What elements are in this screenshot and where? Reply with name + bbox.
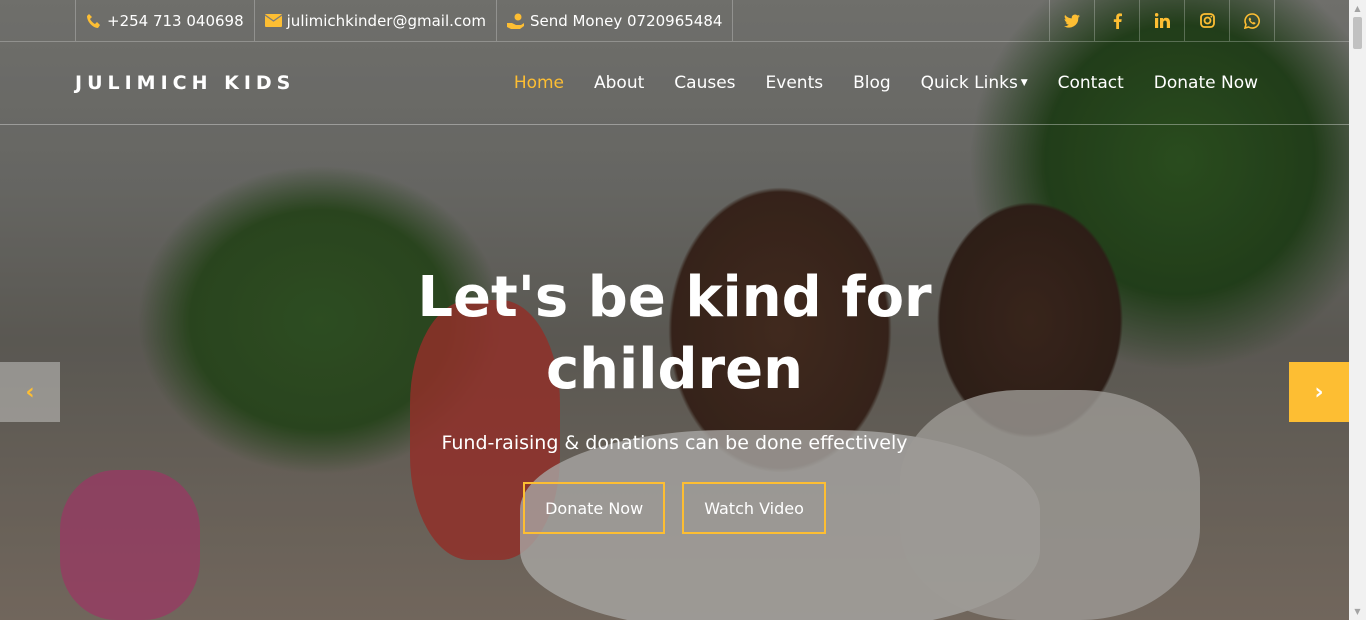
instagram-icon[interactable]	[1184, 0, 1229, 41]
caret-down-icon: ▼	[1017, 78, 1028, 88]
scroll-up-icon[interactable]: ▲	[1349, 0, 1366, 17]
nav-quick-links[interactable]: Quick Links ▼	[921, 73, 1028, 93]
nav-blog[interactable]: Blog	[853, 73, 891, 93]
nav-about[interactable]: About	[594, 73, 644, 93]
social-links	[1049, 0, 1275, 41]
hand-money-icon	[506, 13, 525, 29]
twitter-icon[interactable]	[1049, 0, 1094, 41]
linkedin-icon[interactable]	[1139, 0, 1184, 41]
phone-number: +254 713 040698	[107, 11, 244, 30]
hero-subtitle: Fund-raising & donations can be done eff…	[441, 432, 908, 454]
envelope-icon	[264, 14, 282, 27]
facebook-icon[interactable]	[1094, 0, 1139, 41]
nav-contact[interactable]: Contact	[1058, 73, 1124, 93]
top-bar: +254 713 040698 julimichkinder@gmail.com…	[0, 0, 1349, 42]
email-address: julimichkinder@gmail.com	[286, 11, 486, 30]
carousel-next-button[interactable]: ›	[1289, 362, 1349, 422]
whatsapp-icon[interactable]	[1229, 0, 1275, 41]
chevron-left-icon: ‹	[25, 379, 35, 405]
phone-contact[interactable]: +254 713 040698	[75, 0, 254, 41]
watch-video-button[interactable]: Watch Video	[682, 482, 826, 534]
nav-events[interactable]: Events	[766, 73, 824, 93]
nav-causes[interactable]: Causes	[674, 73, 735, 93]
contact-info: +254 713 040698 julimichkinder@gmail.com…	[75, 0, 734, 41]
nav-menu: Home About Causes Events Blog Quick Link…	[514, 73, 1258, 93]
page-scrollbar[interactable]: ▲ ▼	[1349, 0, 1366, 620]
hero-caption: Let's be kind for children Fund-raising …	[0, 262, 1349, 534]
carousel-prev-button[interactable]: ‹	[0, 362, 60, 422]
hero-title: Let's be kind for children	[417, 265, 932, 402]
scroll-down-icon[interactable]: ▼	[1349, 603, 1366, 620]
site-logo[interactable]: JULIMICH KIDS	[75, 72, 295, 94]
hero-buttons: Donate Now Watch Video	[0, 482, 1349, 534]
scrollbar-thumb[interactable]	[1353, 17, 1362, 49]
send-money-text: Send Money 0720965484	[529, 11, 723, 30]
main-navbar: JULIMICH KIDS Home About Causes Events B…	[0, 42, 1349, 125]
nav-home[interactable]: Home	[514, 73, 564, 93]
phone-icon	[86, 13, 102, 29]
nav-donate-now[interactable]: Donate Now	[1154, 73, 1258, 93]
donate-now-button[interactable]: Donate Now	[523, 482, 666, 534]
send-money-contact[interactable]: Send Money 0720965484	[495, 0, 734, 41]
email-contact[interactable]: julimichkinder@gmail.com	[253, 0, 496, 41]
nav-quick-links-label: Quick Links	[920, 73, 1018, 93]
chevron-right-icon: ›	[1314, 379, 1324, 405]
